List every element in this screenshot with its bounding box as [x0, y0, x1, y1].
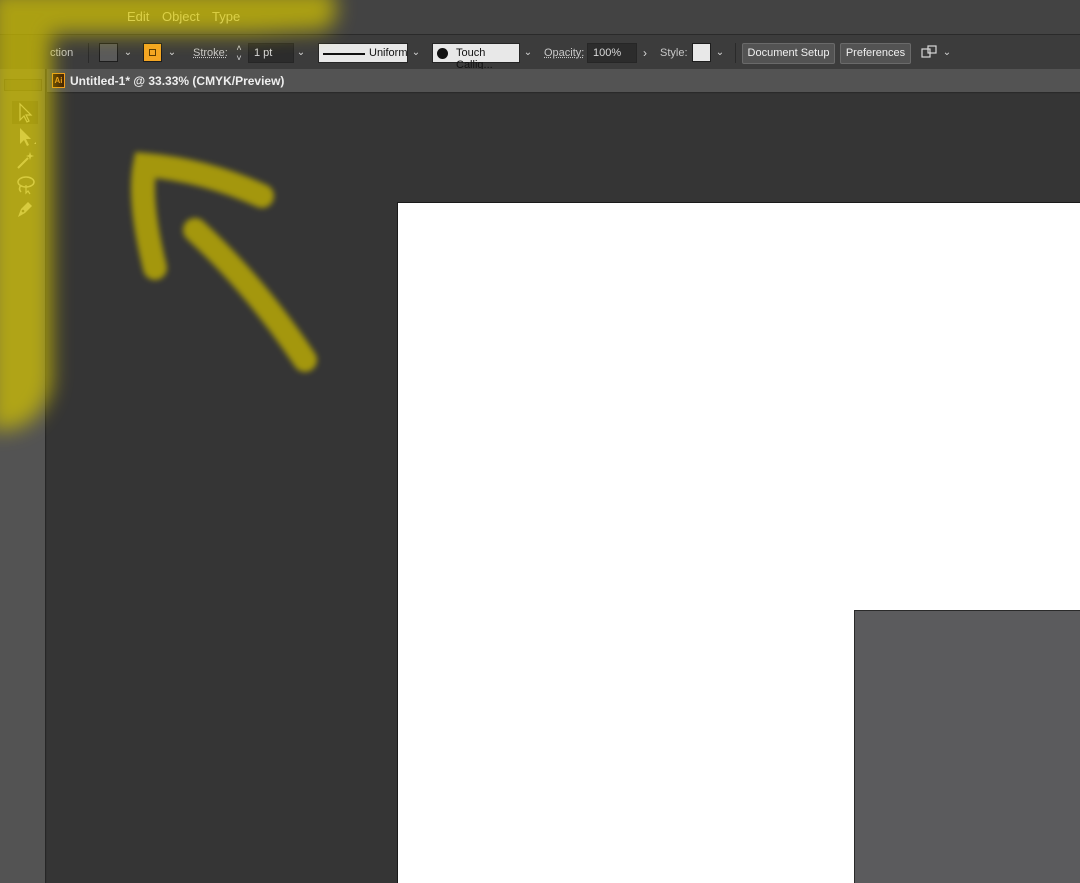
- divider: [735, 43, 736, 63]
- fill-dropdown-chevron-icon[interactable]: ⌄: [121, 45, 135, 61]
- document-title: Untitled-1* @ 33.33% (CMYK/Preview): [70, 74, 285, 88]
- menu-edit[interactable]: Edit: [127, 9, 149, 24]
- brush-dot-icon: [437, 48, 448, 59]
- tools-panel-header[interactable]: [4, 79, 42, 91]
- document-setup-button[interactable]: Document Setup: [742, 43, 835, 64]
- selection-tool-icon[interactable]: [12, 101, 38, 124]
- style-label: Style:: [660, 47, 688, 59]
- stroke-swatch[interactable]: [143, 43, 162, 62]
- canvas[interactable]: [47, 94, 1080, 883]
- magic-wand-tool-icon[interactable]: [12, 149, 38, 172]
- stroke-weight-chevron-icon[interactable]: ⌄: [294, 45, 308, 61]
- menu-bar: Edit Object Type: [0, 0, 1080, 34]
- arrange-chevron-icon[interactable]: ⌄: [940, 45, 954, 61]
- control-bar: ction ⌄ ⌄ Stroke: ˄ ˅ 1 pt ⌄ Uniform ⌄ To…: [0, 34, 1080, 71]
- profile-chevron-icon[interactable]: ⌄: [409, 45, 423, 61]
- brush-definition[interactable]: Touch Callig...: [432, 43, 520, 71]
- opacity-input[interactable]: 100%: [587, 43, 637, 63]
- menu-type[interactable]: Type: [212, 9, 240, 24]
- brush-label: Touch Callig...: [456, 47, 493, 71]
- variable-width-profile[interactable]: Uniform: [318, 43, 408, 63]
- document-tab[interactable]: Ai Untitled-1* @ 33.33% (CMYK/Preview): [47, 69, 1080, 93]
- opacity-chevron-right-icon[interactable]: ›: [638, 45, 652, 61]
- opacity-label[interactable]: Opacity:: [544, 47, 584, 59]
- stroke-weight-input[interactable]: 1 pt: [248, 43, 294, 63]
- menu-object[interactable]: Object: [162, 9, 200, 24]
- preferences-button[interactable]: Preferences: [840, 43, 911, 64]
- fill-swatch[interactable]: [99, 43, 118, 62]
- style-swatch[interactable]: [692, 43, 711, 62]
- pen-tool-icon[interactable]: [12, 197, 38, 220]
- illustrator-document-icon: Ai: [52, 73, 65, 88]
- tools-panel: [0, 69, 46, 883]
- stroke-swatch-inner: [149, 49, 156, 56]
- direct-selection-tool-icon[interactable]: [12, 125, 38, 148]
- style-chevron-icon[interactable]: ⌄: [713, 45, 727, 61]
- brush-chevron-icon[interactable]: ⌄: [521, 45, 535, 61]
- gray-rectangle[interactable]: [854, 610, 1080, 883]
- stroke-stepper-icon[interactable]: ˄ ˅: [233, 43, 245, 63]
- lasso-tool-icon[interactable]: [12, 173, 38, 196]
- stroke-dropdown-chevron-icon[interactable]: ⌄: [165, 45, 179, 61]
- arrange-documents-icon[interactable]: [920, 44, 938, 62]
- stroke-label[interactable]: Stroke:: [193, 47, 228, 59]
- selection-label: ction: [50, 47, 74, 59]
- profile-line-icon: [323, 53, 365, 55]
- profile-label: Uniform: [369, 47, 408, 59]
- divider: [88, 43, 89, 63]
